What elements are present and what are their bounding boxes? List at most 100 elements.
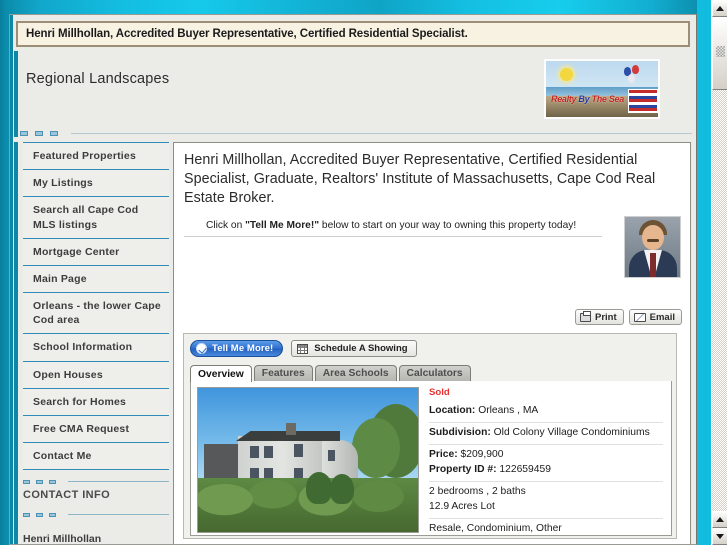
listing-tabs: Overview Features Area Schools Calculato… xyxy=(190,365,672,382)
email-button[interactable]: Email xyxy=(628,309,682,325)
portrait-mustache xyxy=(647,239,659,242)
tab-features[interactable]: Features xyxy=(253,365,313,381)
sun-icon xyxy=(560,68,573,81)
sidebar-item-my-listings[interactable]: My Listings xyxy=(23,169,169,198)
logo-word-by: By xyxy=(578,94,590,104)
vertical-scrollbar[interactable] xyxy=(711,0,727,545)
photo-bush xyxy=(330,474,354,504)
portrait-face xyxy=(642,225,664,250)
contact-info-heading: CONTACT INFO xyxy=(23,489,111,502)
photo-window xyxy=(250,446,259,458)
masthead-bar: Henri Millhollan, Accredited Buyer Repre… xyxy=(16,21,690,47)
mini-box-icon xyxy=(49,512,56,517)
sidebar: Featured Properties My Listings Search a… xyxy=(14,142,169,545)
tagline-post: below to start on your way to owning thi… xyxy=(319,220,577,231)
sidebar-item-contact-me[interactable]: Contact Me xyxy=(23,442,169,471)
photo-window xyxy=(264,446,273,458)
sidebar-item-search-mls[interactable]: Search all Cape Cod MLS listings xyxy=(23,196,169,239)
scroll-down-button[interactable] xyxy=(712,528,727,545)
page-title: Henri Millhollan, Accredited Buyer Repre… xyxy=(184,152,656,206)
flag-icon xyxy=(628,89,658,113)
portrait-tie xyxy=(650,253,656,277)
calendar-icon xyxy=(297,343,309,354)
contact-divider-top xyxy=(23,477,169,486)
logo-word-the-sea: The Sea xyxy=(591,94,625,104)
sidebar-item-search-for-homes[interactable]: Search for Homes xyxy=(23,387,169,416)
tell-me-more-button[interactable]: Tell Me More! xyxy=(190,340,284,357)
schedule-showing-label: Schedule A Showing xyxy=(314,343,408,354)
scroll-up-button[interactable] xyxy=(712,0,727,17)
tagline: Click on "Tell Me More!" below to start … xyxy=(206,220,626,231)
status-badge: Sold xyxy=(429,387,450,398)
schedule-showing-button[interactable]: Schedule A Showing xyxy=(291,340,417,357)
browser-window: Henri Millhollan, Accredited Buyer Repre… xyxy=(0,0,727,545)
tagline-pre: Click on xyxy=(206,220,246,231)
listing-panel: Tell Me More! Schedule A Showing Overvie… xyxy=(183,333,677,539)
detail-subdivision-value: Old Colony Village Condominiums xyxy=(490,426,650,438)
scrollbar-track[interactable] xyxy=(712,17,727,511)
contact-agent-name: Henri Millhollan xyxy=(23,533,102,545)
sidebar-item-open-houses[interactable]: Open Houses xyxy=(23,360,169,389)
scrollbar-thumb[interactable] xyxy=(712,17,727,90)
mini-box-icon xyxy=(49,479,56,484)
sidebar-item-featured-properties[interactable]: Featured Properties xyxy=(23,142,169,171)
sidebar-item-school-information[interactable]: School Information xyxy=(23,333,169,362)
logo-wordmark: Realty By The Sea xyxy=(551,94,624,104)
tab-calculators[interactable]: Calculators xyxy=(398,365,471,381)
listing-action-row: Tell Me More! Schedule A Showing xyxy=(190,340,417,357)
tagline-emphasis: "Tell Me More!" xyxy=(245,220,320,231)
sidebar-item-main-page[interactable]: Main Page xyxy=(23,264,169,294)
email-button-label: Email xyxy=(649,311,675,323)
page-background-right xyxy=(697,0,711,545)
site-title: Regional Landscapes xyxy=(26,71,170,87)
page-panel: Henri Millhollan, Accredited Buyer Repre… xyxy=(9,14,697,545)
divider-line xyxy=(68,514,169,516)
detail-beds-baths: 2 bedrooms , 2 baths xyxy=(429,485,526,497)
mini-box-icon xyxy=(35,130,43,136)
detail-type: Resale, Condominium, Other xyxy=(429,522,562,534)
tagline-rule xyxy=(184,236,602,237)
property-photo[interactable] xyxy=(197,387,419,533)
detail-property-id-label: Property ID #: xyxy=(429,463,497,475)
detail-lot-size: 12.9 Acres Lot xyxy=(429,500,495,512)
overview-panel: Sold Location: Orleans , MA Subdivision:… xyxy=(190,381,672,536)
mini-box-icon xyxy=(36,479,43,484)
mini-box-icon xyxy=(50,130,58,136)
panel-left-accent xyxy=(10,15,13,544)
photo-window xyxy=(328,450,335,461)
chevron-up-icon xyxy=(716,517,724,522)
balloon-icon xyxy=(632,65,639,74)
sidebar-item-mortgage-center[interactable]: Mortgage Center xyxy=(23,237,169,266)
detail-location-label: Location: xyxy=(429,405,476,416)
detail-subdivision: Subdivision: Old Colony Village Condomin… xyxy=(429,423,663,445)
mini-box-icon xyxy=(23,512,30,517)
detail-price-value: $209,900 xyxy=(457,448,504,460)
header-divider xyxy=(20,128,692,138)
detail-property-id-value: 122659459 xyxy=(496,463,551,475)
page-actions: Print Email xyxy=(575,309,682,325)
main-content: Henri Millhollan, Accredited Buyer Repre… xyxy=(173,142,691,544)
scrollbar-grip-icon xyxy=(716,46,725,57)
masthead-title: Henri Millhollan, Accredited Buyer Repre… xyxy=(26,28,468,40)
tab-area-schools[interactable]: Area Schools xyxy=(314,365,397,381)
print-button[interactable]: Print xyxy=(575,309,624,325)
main-inner: Henri Millhollan, Accredited Buyer Repre… xyxy=(174,143,690,539)
detail-beds-lot: 2 bedrooms , 2 baths 12.9 Acres Lot xyxy=(429,482,663,519)
mini-box-icon xyxy=(36,512,43,517)
printer-icon xyxy=(580,310,591,322)
mini-box-icon xyxy=(23,479,30,484)
photo-bush xyxy=(306,472,332,504)
scroll-up-button-bottom[interactable] xyxy=(712,511,727,528)
balloon-icon xyxy=(628,74,635,83)
photo-window xyxy=(294,444,303,457)
sidebar-item-orleans[interactable]: Orleans - the lower Cape Cod area xyxy=(23,292,169,335)
mini-box-icon xyxy=(20,130,28,136)
detail-price-label: Price: xyxy=(429,448,458,460)
photo-tree xyxy=(352,418,400,478)
divider-line xyxy=(68,481,169,483)
detail-property-id-line: Property ID #: 122659459 xyxy=(429,463,663,478)
photo-chimney xyxy=(286,423,296,435)
check-circle-icon xyxy=(196,343,207,354)
sidebar-item-free-cma-request[interactable]: Free CMA Request xyxy=(23,414,169,444)
tab-overview[interactable]: Overview xyxy=(190,365,252,382)
